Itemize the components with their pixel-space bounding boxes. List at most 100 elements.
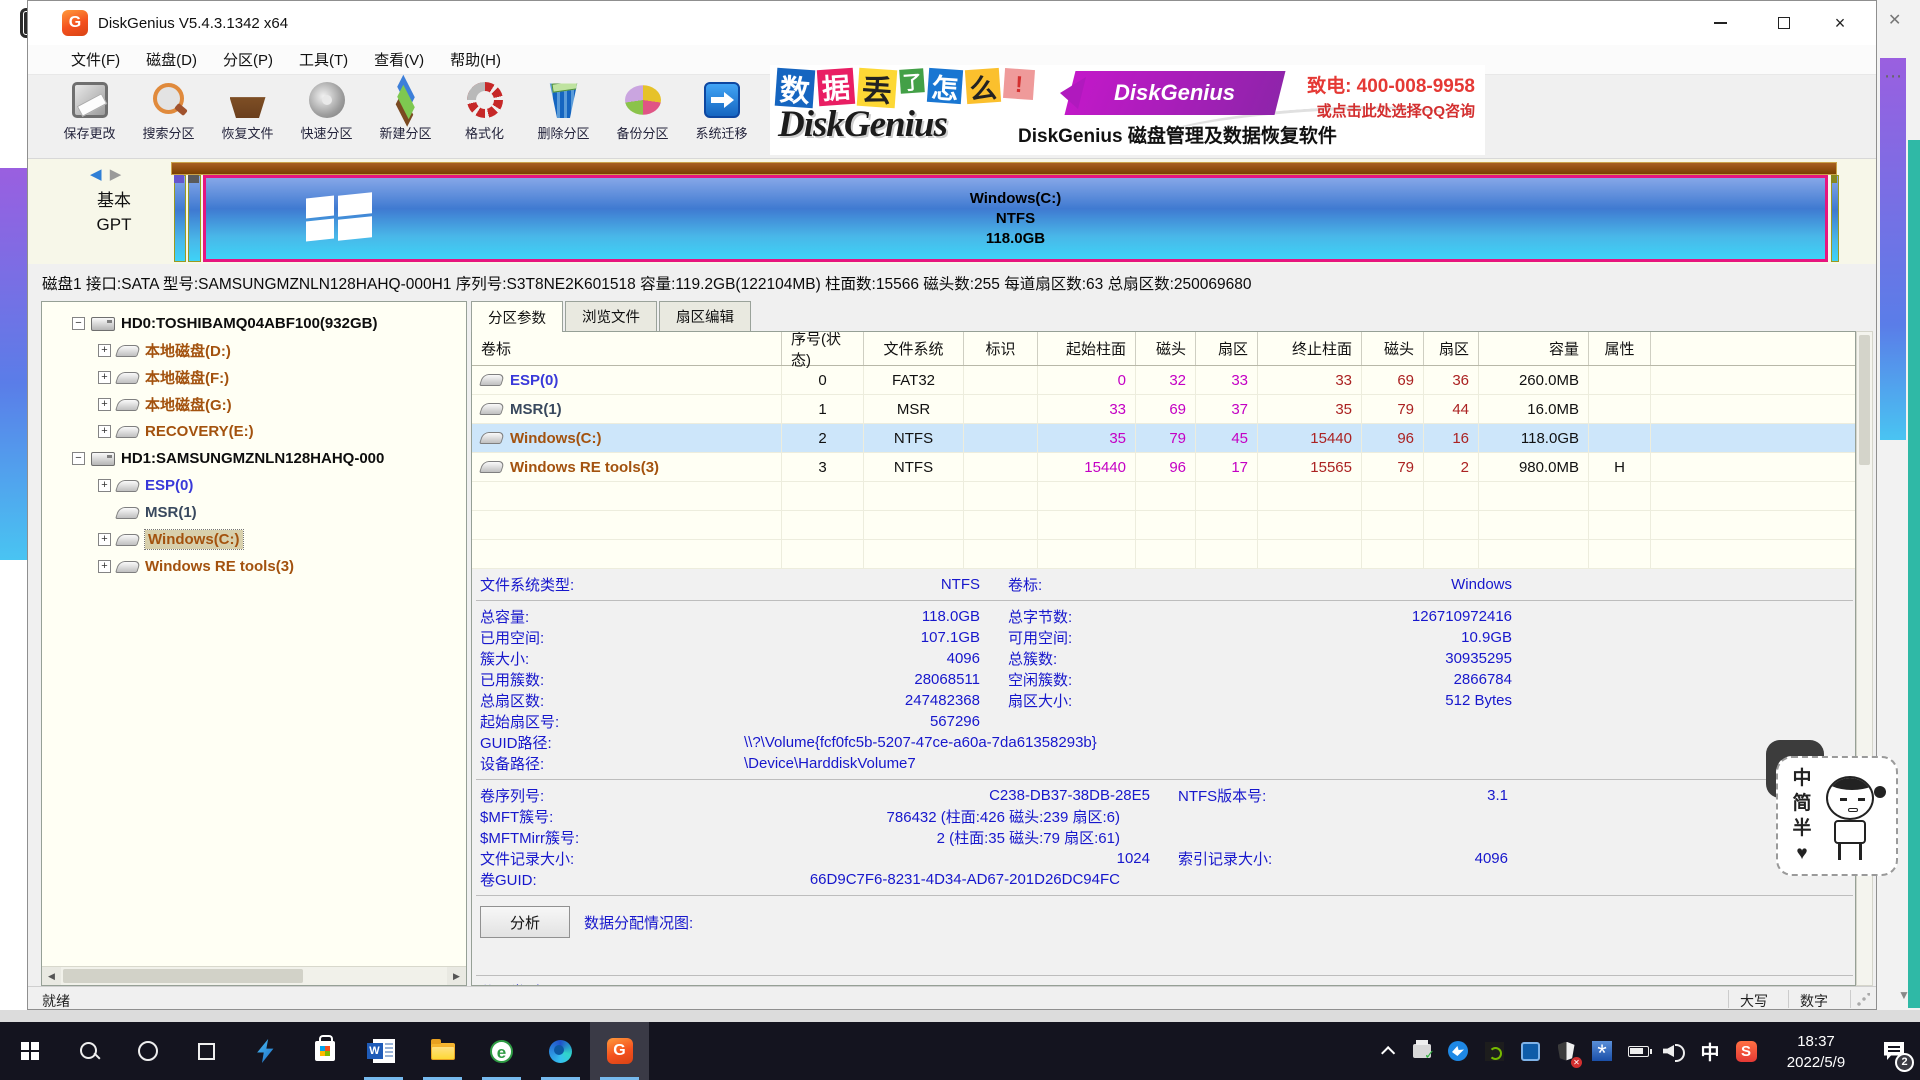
column-header-attr[interactable]: 属性	[1589, 332, 1651, 365]
tray-bluebird[interactable]	[1440, 1022, 1476, 1080]
ad-qq-link[interactable]: 或点击此处选择QQ咨询	[1307, 100, 1475, 121]
tray-intel-graphics[interactable]	[1512, 1022, 1548, 1080]
toolbar-button-new[interactable]: 新建分区	[366, 75, 445, 155]
scrollbar-thumb[interactable]	[1859, 335, 1870, 465]
detail-vertical-scrollbar[interactable]	[1856, 331, 1873, 986]
scroll-left-icon[interactable]: ◀	[42, 967, 61, 985]
ime-widget-card[interactable]: 中简半♥	[1776, 756, 1898, 876]
toolbar-button-backup[interactable]: 备份分区	[603, 75, 682, 155]
minimize-button[interactable]	[1692, 1, 1748, 45]
column-header-name[interactable]: 卷标	[472, 332, 782, 365]
table-row-2[interactable]: Windows(C:)2NTFS357945154409616118.0GB	[472, 424, 1855, 453]
partition-bar-windows-c[interactable]: Windows(C:) NTFS 118.0GB	[203, 175, 1828, 262]
toolbar-button-save[interactable]: 保存更改	[50, 75, 129, 155]
analyze-button[interactable]: 分析	[480, 906, 570, 938]
column-header-cap[interactable]: 容量	[1479, 332, 1589, 365]
tree-item-1[interactable]: +本地磁盘(D:)	[42, 337, 466, 364]
taskbar-app-search[interactable]	[59, 1022, 118, 1080]
tree-item-3[interactable]: +本地磁盘(G:)	[42, 391, 466, 418]
tree-item-7[interactable]: MSR(1)	[42, 499, 466, 526]
taskbar-app-ie[interactable]: e	[472, 1022, 531, 1080]
column-header-sh[interactable]: 磁头	[1136, 332, 1196, 365]
tree-item-0[interactable]: −HD0:TOSHIBAMQ04ABF100(932GB)	[42, 310, 466, 337]
toolbar-button-quick[interactable]: 快速分区	[287, 75, 366, 155]
menu-item-4[interactable]: 查看(V)	[361, 45, 437, 74]
tree-item-4[interactable]: +RECOVERY(E:)	[42, 418, 466, 445]
action-center-button[interactable]: 2	[1868, 1022, 1920, 1080]
tab-1[interactable]: 浏览文件	[565, 301, 657, 331]
tree-expander-icon[interactable]: +	[98, 425, 111, 438]
nav-left-icon[interactable]: ◀	[90, 166, 102, 183]
toolbar-button-search[interactable]: 搜索分区	[129, 75, 208, 155]
menu-item-0[interactable]: 文件(F)	[58, 45, 133, 74]
toolbar-button-recover[interactable]: 恢复文件	[208, 75, 287, 155]
column-header-sc[interactable]: 起始柱面	[1038, 332, 1136, 365]
taskbar-app-taskview[interactable]	[177, 1022, 236, 1080]
tab-2[interactable]: 扇区编辑	[659, 301, 751, 331]
tree-expander-icon[interactable]: +	[98, 533, 111, 546]
tree-expander-icon[interactable]: +	[98, 479, 111, 492]
resize-grip[interactable]	[1856, 993, 1870, 1007]
tree-item-8[interactable]: +Windows(C:)	[42, 526, 466, 553]
taskbar-app-store[interactable]	[295, 1022, 354, 1080]
column-header-fs[interactable]: 文件系统	[864, 332, 964, 365]
tree-item-9[interactable]: +Windows RE tools(3)	[42, 553, 466, 580]
taskbar-app-dg[interactable]: G	[590, 1022, 649, 1080]
column-header-es[interactable]: 扇区	[1424, 332, 1479, 365]
maximize-button[interactable]	[1756, 1, 1812, 45]
ime-status-widget[interactable]: 中简半♥	[1776, 756, 1898, 876]
tab-0[interactable]: 分区参数	[471, 301, 563, 332]
tree-item-5[interactable]: −HD1:SAMSUNGMZNLN128HAHQ-000	[42, 445, 466, 472]
start-button[interactable]	[0, 1022, 59, 1080]
tree-horizontal-scrollbar[interactable]: ◀ ▶	[42, 966, 466, 985]
tree-expander-icon[interactable]: +	[98, 371, 111, 384]
partition-name-label: Windows(C:)	[510, 430, 602, 447]
toolbar-button-migrate[interactable]: 系统迁移	[682, 75, 761, 155]
scroll-right-icon[interactable]: ▶	[447, 967, 466, 985]
tray-ime-zh[interactable]: 中	[1692, 1022, 1728, 1080]
nav-right-icon[interactable]: ▶	[110, 166, 122, 183]
tray-snowflake[interactable]	[1584, 1022, 1620, 1080]
tray-security-shield[interactable]	[1548, 1022, 1584, 1080]
column-header-ec[interactable]: 终止柱面	[1258, 332, 1362, 365]
close-button[interactable]: ×	[1812, 1, 1868, 45]
tree-expander-icon[interactable]: +	[98, 344, 111, 357]
tray-volume[interactable]	[1656, 1022, 1692, 1080]
column-header-id[interactable]: 标识	[964, 332, 1038, 365]
toolbar-button-delete[interactable]: 删除分区	[524, 75, 603, 155]
menu-item-2[interactable]: 分区(P)	[210, 45, 286, 74]
partition-bar-esp[interactable]	[174, 175, 186, 262]
banner-nav-arrows[interactable]: ◀ ▶	[90, 165, 121, 183]
column-header-ss[interactable]: 扇区	[1196, 332, 1258, 365]
scrollbar-thumb[interactable]	[63, 969, 303, 983]
tray-chevron-up[interactable]	[1368, 1022, 1404, 1080]
menu-item-3[interactable]: 工具(T)	[286, 45, 361, 74]
table-row-3[interactable]: Windows RE tools(3)3NTFS1544096171556579…	[472, 453, 1855, 482]
tree-item-2[interactable]: +本地磁盘(F:)	[42, 364, 466, 391]
toolbar-button-format[interactable]: 格式化	[445, 75, 524, 155]
tree-item-6[interactable]: +ESP(0)	[42, 472, 466, 499]
taskbar-app-cortana[interactable]	[118, 1022, 177, 1080]
ad-banner[interactable]: 数据丢了怎么! DiskGenius DiskGenius 致电: 400-00…	[770, 65, 1485, 155]
tray-battery[interactable]	[1620, 1022, 1656, 1080]
tray-nvidia[interactable]	[1476, 1022, 1512, 1080]
taskbar-app-folder[interactable]	[413, 1022, 472, 1080]
menu-item-1[interactable]: 磁盘(D)	[133, 45, 210, 74]
taskbar-app-edge[interactable]	[531, 1022, 590, 1080]
taskbar-clock[interactable]: 18:37 2022/5/9	[1764, 1029, 1868, 1073]
menu-item-5[interactable]: 帮助(H)	[437, 45, 514, 74]
tree-expander-icon[interactable]: +	[98, 560, 111, 573]
column-header-eh[interactable]: 磁头	[1362, 332, 1424, 365]
tree-expander-icon[interactable]: +	[98, 398, 111, 411]
partition-bar-msr[interactable]	[188, 175, 201, 262]
partition-bar-re-tools[interactable]	[1831, 175, 1839, 262]
taskbar-app-flash[interactable]	[236, 1022, 295, 1080]
tray-printer[interactable]	[1404, 1022, 1440, 1080]
table-row-0[interactable]: ESP(0)0FAT3203233336936260.0MB	[472, 366, 1855, 395]
tray-sogou[interactable]: S	[1728, 1022, 1764, 1080]
tree-expander-icon[interactable]: −	[72, 317, 85, 330]
tree-expander-icon[interactable]: −	[72, 452, 85, 465]
table-row-1[interactable]: MSR(1)1MSR33693735794416.0MB	[472, 395, 1855, 424]
taskbar-app-word[interactable]	[354, 1022, 413, 1080]
column-header-num[interactable]: 序号(状态)	[782, 332, 864, 365]
